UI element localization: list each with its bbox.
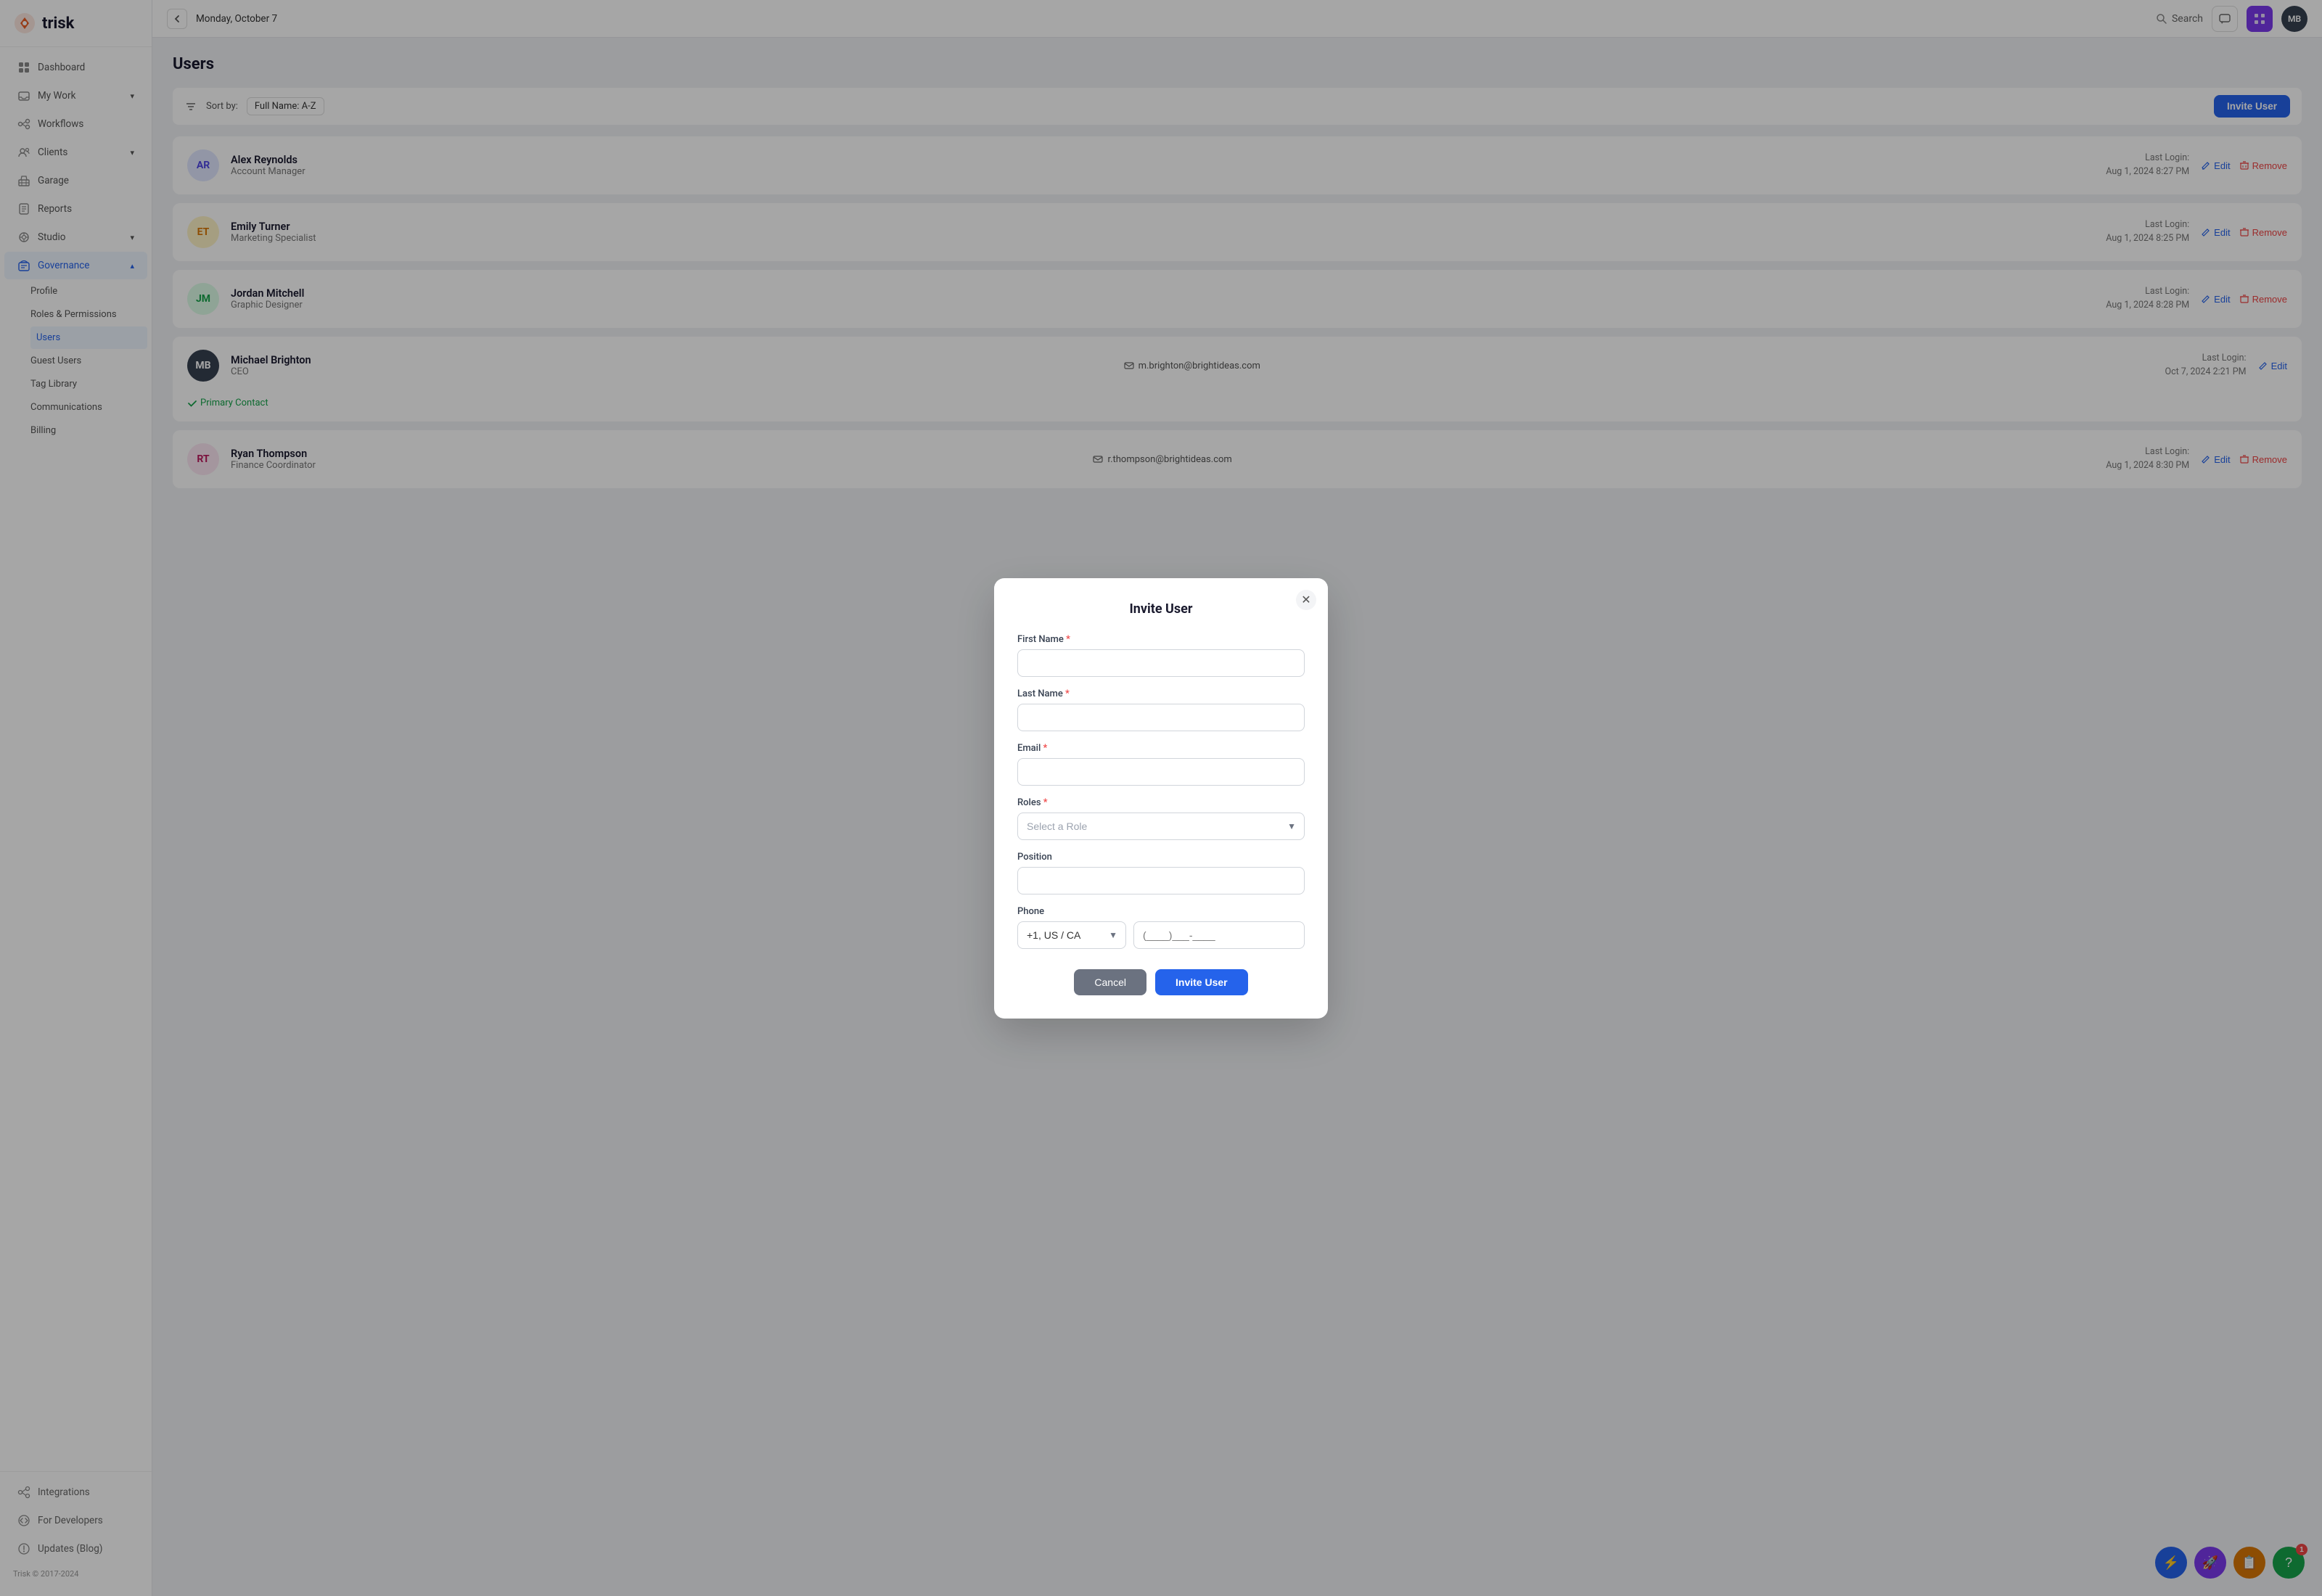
phone-label: Phone (1017, 906, 1305, 917)
last-name-group: Last Name * (1017, 688, 1305, 731)
first-name-required: * (1066, 634, 1070, 645)
modal-invite-button[interactable]: Invite User (1155, 969, 1248, 995)
last-name-input[interactable] (1017, 704, 1305, 731)
email-required: * (1043, 743, 1048, 754)
phone-country-wrapper: +1, US / CA +44, UK +61, AU ▼ (1017, 921, 1126, 949)
position-input[interactable] (1017, 867, 1305, 894)
modal-close-button[interactable]: ✕ (1296, 590, 1316, 610)
roles-label: Roles * (1017, 797, 1305, 808)
roles-select[interactable]: Select a Role Admin Manager Member (1017, 813, 1305, 840)
modal-overlay[interactable]: ✕ Invite User First Name * Last Name * E… (0, 0, 2322, 1596)
roles-group: Roles * Select a Role Admin Manager Memb… (1017, 797, 1305, 840)
modal-title: Invite User (1017, 601, 1305, 617)
first-name-input[interactable] (1017, 649, 1305, 677)
last-name-required: * (1065, 688, 1070, 699)
phone-country-select[interactable]: +1, US / CA +44, UK +61, AU (1017, 921, 1126, 949)
invite-user-modal: ✕ Invite User First Name * Last Name * E… (994, 578, 1328, 1019)
email-input[interactable] (1017, 758, 1305, 786)
roles-required: * (1043, 797, 1048, 808)
first-name-label: First Name * (1017, 634, 1305, 645)
cancel-button[interactable]: Cancel (1074, 969, 1146, 995)
first-name-group: First Name * (1017, 634, 1305, 677)
phone-row: +1, US / CA +44, UK +61, AU ▼ (1017, 921, 1305, 949)
email-group: Email * (1017, 743, 1305, 786)
roles-select-wrapper: Select a Role Admin Manager Member ▼ (1017, 813, 1305, 840)
phone-number-input[interactable] (1133, 921, 1305, 949)
modal-footer: Cancel Invite User (1017, 969, 1305, 995)
last-name-label: Last Name * (1017, 688, 1305, 699)
phone-group: Phone +1, US / CA +44, UK +61, AU ▼ (1017, 906, 1305, 949)
email-label: Email * (1017, 743, 1305, 754)
position-group: Position (1017, 852, 1305, 894)
position-label: Position (1017, 852, 1305, 863)
